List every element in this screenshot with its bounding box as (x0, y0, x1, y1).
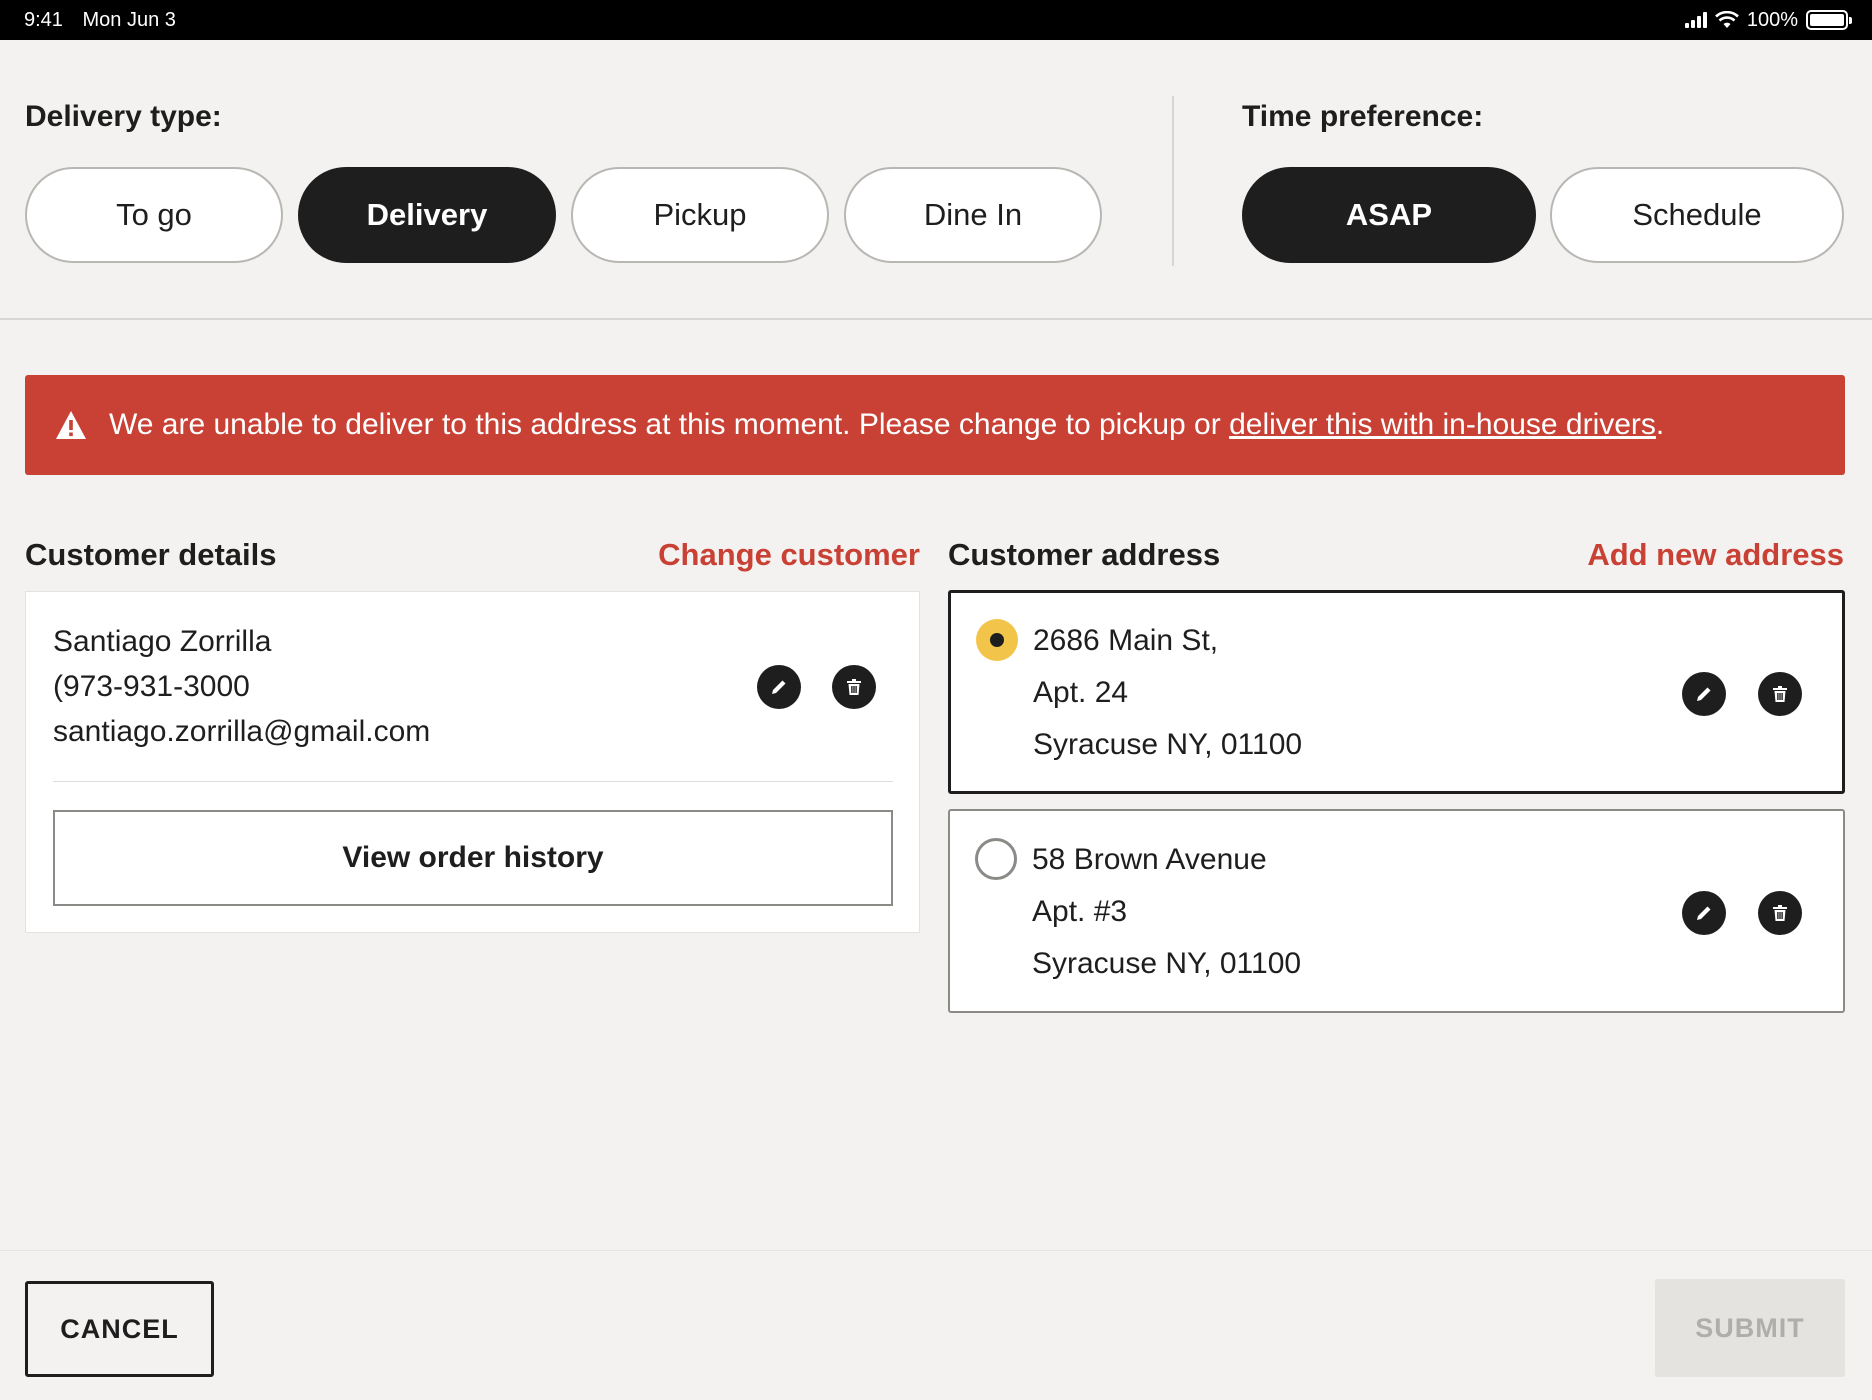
header-divider (1172, 96, 1174, 266)
status-date: Mon Jun 3 (82, 8, 176, 31)
trash-icon (847, 679, 861, 695)
wifi-icon (1714, 11, 1739, 28)
pencil-icon (772, 680, 786, 694)
address-line2: Apt. 24 (1033, 676, 1129, 709)
time-preference-schedule[interactable]: Schedule (1550, 167, 1844, 263)
submit-button[interactable]: SUBMIT (1655, 1279, 1845, 1377)
delivery-type-label: Delivery type: (25, 100, 222, 133)
edit-customer-button[interactable] (757, 665, 801, 709)
customer-phone: (973-931-3000 (53, 670, 250, 703)
status-time: 9:41 (24, 8, 63, 31)
trash-icon (1773, 905, 1787, 921)
trash-icon (1773, 686, 1787, 702)
delivery-type-dine-in[interactable]: Dine In (844, 167, 1102, 263)
delete-customer-button[interactable] (832, 665, 876, 709)
add-new-address-link[interactable]: Add new address (1587, 537, 1844, 573)
time-preference-label: Time preference: (1242, 100, 1484, 133)
customer-details-title: Customer details (25, 537, 277, 572)
footer-bar: CANCEL SUBMIT (0, 1250, 1872, 1400)
customer-email: santiago.zorrilla@gmail.com (53, 715, 431, 748)
delivery-error-alert: We are unable to deliver to this address… (25, 375, 1845, 475)
delete-address-button[interactable] (1758, 672, 1802, 716)
delivery-type-to-go[interactable]: To go (25, 167, 283, 263)
battery-percent: 100% (1746, 8, 1798, 31)
status-bar: 9:41 Mon Jun 3 100% (0, 0, 1872, 40)
address-line3: Syracuse NY, 01100 (1032, 947, 1302, 980)
in-house-drivers-link[interactable]: deliver this with in-house drivers (1229, 408, 1656, 441)
pencil-icon (1697, 687, 1711, 701)
address-card[interactable]: 58 Brown Avenue Apt. #3 Syracuse NY, 011… (948, 809, 1845, 1013)
address-line1: 2686 Main St, (1033, 624, 1219, 657)
customer-details-card: Santiago Zorrilla (973-931-3000 santiago… (25, 591, 920, 933)
address-radio-selected[interactable] (976, 619, 1018, 661)
address-radio[interactable] (975, 838, 1017, 880)
customer-card-divider (53, 781, 893, 782)
change-customer-link[interactable]: Change customer (658, 537, 920, 573)
view-order-history-button[interactable]: View order history (53, 810, 893, 906)
customer-name: Santiago Zorrilla (53, 625, 272, 658)
pencil-icon (1697, 906, 1711, 920)
alert-suffix: . (1655, 408, 1665, 441)
battery-icon (1806, 10, 1852, 30)
delivery-type-pickup[interactable]: Pickup (571, 167, 829, 263)
alert-message: We are unable to deliver to this address… (109, 408, 1664, 442)
address-card-selected[interactable]: 2686 Main St, Apt. 24 Syracuse NY, 01100 (948, 590, 1845, 794)
customer-address-title: Customer address (948, 537, 1221, 572)
edit-address-button[interactable] (1682, 891, 1726, 935)
address-line3: Syracuse NY, 01100 (1033, 728, 1303, 761)
alert-text: We are unable to deliver to this address… (109, 408, 1230, 441)
cancel-button[interactable]: CANCEL (25, 1281, 214, 1377)
warning-icon (56, 411, 86, 439)
delivery-type-delivery[interactable]: Delivery (298, 167, 556, 263)
address-line1: 58 Brown Avenue (1032, 843, 1267, 876)
edit-address-button[interactable] (1682, 672, 1726, 716)
cellular-signal-icon (1684, 12, 1707, 28)
order-options-header: Delivery type: To go Delivery Pickup Din… (0, 40, 1872, 320)
address-line2: Apt. #3 (1032, 895, 1128, 928)
delete-address-button[interactable] (1758, 891, 1802, 935)
time-preference-asap[interactable]: ASAP (1242, 167, 1536, 263)
